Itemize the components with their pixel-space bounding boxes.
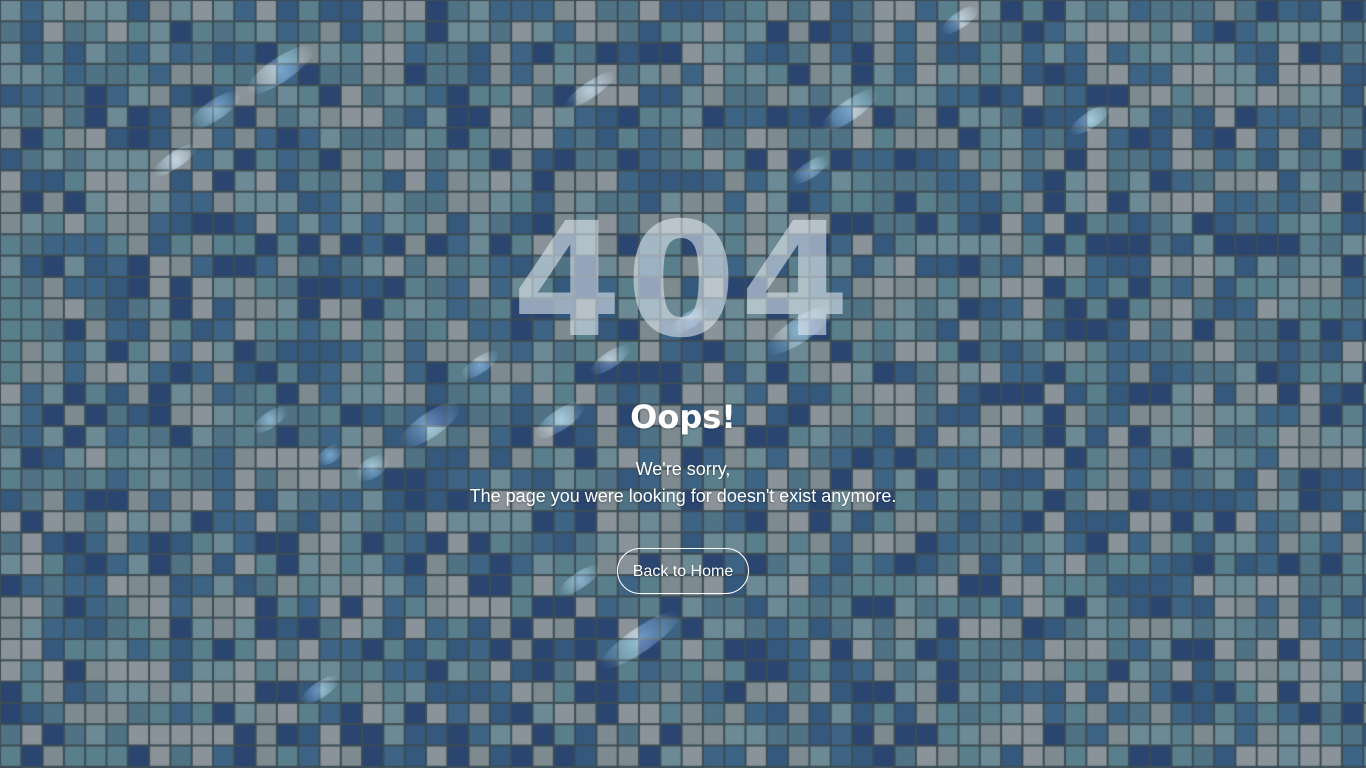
- error-message-line-1: We're sorry,: [635, 459, 731, 479]
- error-message-line-2: The page you were looking for doesn't ex…: [469, 486, 897, 506]
- error-heading: Oops!: [630, 398, 736, 436]
- error-content: 404 Oops! We're sorry, The page you were…: [0, 0, 1366, 768]
- back-to-home-button[interactable]: Back to Home: [617, 548, 749, 594]
- error-code: 404: [512, 189, 854, 373]
